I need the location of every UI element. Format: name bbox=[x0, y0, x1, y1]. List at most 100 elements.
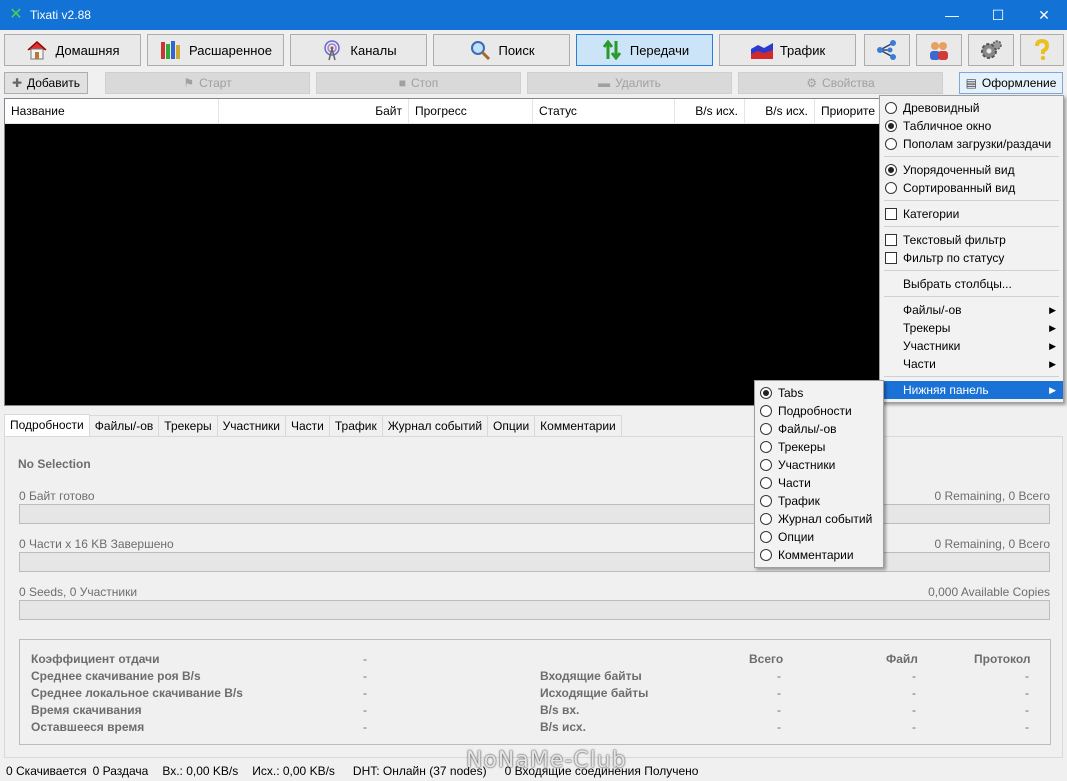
menu-ordered-view-label: Упорядоченный вид bbox=[903, 163, 1015, 177]
network-nodes-icon bbox=[877, 40, 896, 60]
column-progress[interactable]: Прогресс bbox=[409, 99, 533, 124]
stat-label-bytes-out: Исходящие байты bbox=[540, 686, 649, 700]
pieces-remaining-label: 0 Remaining, 0 Всего bbox=[934, 537, 1050, 551]
menu-sorted-view-label: Сортированный вид bbox=[903, 181, 1016, 195]
help-button[interactable] bbox=[1020, 34, 1064, 66]
stat-bytes-out-protocol: - bbox=[1025, 686, 1029, 700]
stat-value-local-rate: - bbox=[363, 686, 367, 700]
panel-option-details-label: Подробности bbox=[778, 404, 852, 418]
panel-option-comments-label: Комментарии bbox=[778, 548, 854, 562]
delete-button[interactable]: ▬ Удалить bbox=[527, 72, 732, 94]
menu-separator bbox=[884, 226, 1059, 227]
panel-option-comments[interactable]: Комментарии bbox=[755, 546, 883, 564]
tixati-logo-icon: ✕ bbox=[9, 6, 23, 23]
checkbox-categories bbox=[885, 208, 897, 220]
shared-button[interactable]: Расшаренное bbox=[147, 34, 284, 66]
column-name[interactable]: Название bbox=[5, 99, 219, 124]
menu-split-view[interactable]: Пополам загрузки/раздачи bbox=[880, 135, 1063, 153]
traffic-button[interactable]: Трафик bbox=[719, 34, 856, 66]
menu-tree-view[interactable]: Древовидный bbox=[880, 99, 1063, 117]
panel-option-peers[interactable]: Участники bbox=[755, 456, 883, 474]
stat-rate-out-protocol: - bbox=[1025, 720, 1029, 734]
transfer-list[interactable]: Название Байт Прогресс Статус B/s исх. B… bbox=[4, 98, 880, 406]
home-label: Домашняя bbox=[55, 42, 120, 58]
users-icon bbox=[930, 42, 948, 60]
panel-option-options[interactable]: Опции bbox=[755, 528, 883, 546]
panel-option-files-label: Файлы/-ов bbox=[778, 422, 837, 436]
tab-files[interactable]: Файлы/-ов bbox=[88, 415, 160, 437]
magnifier-icon bbox=[471, 41, 491, 61]
radio-table-view bbox=[885, 120, 897, 132]
pieces-progress-bar bbox=[19, 552, 1050, 572]
column-bytes[interactable]: Байт bbox=[219, 99, 409, 124]
channels-button[interactable]: Каналы bbox=[290, 34, 427, 66]
menu-files-submenu[interactable]: Файлы/-ов ▶ bbox=[880, 301, 1063, 319]
maximize-button[interactable]: ☐ bbox=[975, 0, 1021, 30]
radio-panel-tabs bbox=[760, 387, 772, 399]
add-button[interactable]: ✚ Добавить bbox=[4, 72, 88, 94]
stop-button[interactable]: ■ Стоп bbox=[316, 72, 521, 94]
minus-icon: ▬ bbox=[598, 76, 611, 90]
panel-option-pieces[interactable]: Части bbox=[755, 474, 883, 492]
layout-button[interactable]: ▤ Оформление bbox=[959, 72, 1063, 94]
menu-choose-columns[interactable]: Выбрать столбцы... bbox=[880, 275, 1063, 293]
menu-bottom-panel-label: Нижняя панель bbox=[903, 383, 989, 397]
settings-button[interactable] bbox=[968, 34, 1014, 66]
submenu-arrow-icon: ▶ bbox=[1049, 341, 1056, 351]
radio-panel-peers bbox=[760, 459, 772, 471]
minimize-button[interactable]: — bbox=[929, 0, 975, 30]
home-button[interactable]: Домашняя bbox=[4, 34, 141, 66]
panel-option-traffic[interactable]: Трафик bbox=[755, 492, 883, 510]
column-rate-out-1[interactable]: B/s исх. bbox=[675, 99, 745, 124]
menu-status-filter[interactable]: Фильтр по статусу bbox=[880, 249, 1063, 267]
panel-option-event-log[interactable]: Журнал событий bbox=[755, 510, 883, 528]
stat-bytes-in-total: - bbox=[777, 669, 781, 683]
transfers-button[interactable]: Передачи bbox=[576, 34, 713, 66]
home-icon bbox=[27, 40, 47, 60]
tab-traffic[interactable]: Трафик bbox=[328, 415, 383, 437]
panel-option-peers-label: Участники bbox=[778, 458, 836, 472]
tab-pieces[interactable]: Части bbox=[284, 415, 330, 437]
radio-panel-comments bbox=[760, 549, 772, 561]
column-status[interactable]: Статус bbox=[533, 99, 675, 124]
tab-options[interactable]: Опции bbox=[487, 415, 536, 437]
menu-sorted-view[interactable]: Сортированный вид bbox=[880, 179, 1063, 197]
copies-label: 0,000 Available Copies bbox=[928, 585, 1050, 599]
tab-peers[interactable]: Участники bbox=[216, 415, 286, 437]
close-button[interactable]: ✕ bbox=[1021, 0, 1067, 30]
menu-text-filter[interactable]: Текстовый фильтр bbox=[880, 231, 1063, 249]
menu-bottom-panel-submenu[interactable]: Нижняя панель ▶ bbox=[880, 381, 1063, 399]
properties-button[interactable]: ⚙ Свойства bbox=[738, 72, 943, 94]
column-priority[interactable]: Приорите bbox=[815, 99, 881, 124]
radio-panel-files bbox=[760, 423, 772, 435]
menu-trackers-submenu[interactable]: Трекеры ▶ bbox=[880, 319, 1063, 337]
tab-comments[interactable]: Комментарии bbox=[534, 415, 622, 437]
transfer-toolbar: ✚ Добавить ⚑ Старт ■ Стоп ▬ Удалить ⚙ Свойств… bbox=[0, 70, 1067, 96]
users-button[interactable] bbox=[916, 34, 962, 66]
antenna-icon bbox=[324, 40, 341, 61]
traffic-graph-icon bbox=[750, 43, 773, 59]
menu-table-view[interactable]: Табличное окно bbox=[880, 117, 1063, 135]
transfers-label: Передачи bbox=[629, 42, 690, 58]
start-button[interactable]: ⚑ Старт bbox=[105, 72, 310, 94]
menu-ordered-view[interactable]: Упорядоченный вид bbox=[880, 161, 1063, 179]
panel-option-files[interactable]: Файлы/-ов bbox=[755, 420, 883, 438]
pieces-done-label: 0 Части x 16 KB Завершено bbox=[19, 537, 174, 551]
panel-option-trackers[interactable]: Трекеры bbox=[755, 438, 883, 456]
panel-option-tabs[interactable]: Tabs bbox=[755, 384, 883, 402]
menu-pieces-submenu[interactable]: Части ▶ bbox=[880, 355, 1063, 373]
network-button[interactable] bbox=[864, 34, 910, 66]
menu-peers-submenu[interactable]: Участники ▶ bbox=[880, 337, 1063, 355]
radio-panel-pieces bbox=[760, 477, 772, 489]
search-button[interactable]: Поиск bbox=[433, 34, 570, 66]
panel-option-details[interactable]: Подробности bbox=[755, 402, 883, 420]
bottom-panel-menu: Tabs Подробности Файлы/-ов Трекеры Участ… bbox=[754, 380, 884, 568]
submenu-arrow-icon: ▶ bbox=[1049, 305, 1056, 315]
menu-choose-columns-label: Выбрать столбцы... bbox=[903, 277, 1012, 291]
tab-trackers[interactable]: Трекеры bbox=[158, 415, 218, 437]
menu-categories[interactable]: Категории bbox=[880, 205, 1063, 223]
status-out-rate: Исх.: 0,00 KB/s bbox=[252, 764, 335, 778]
tab-details[interactable]: Подробности bbox=[4, 414, 90, 437]
tab-event-log[interactable]: Журнал событий bbox=[381, 415, 489, 437]
column-rate-out-2[interactable]: B/s исх. bbox=[745, 99, 815, 124]
